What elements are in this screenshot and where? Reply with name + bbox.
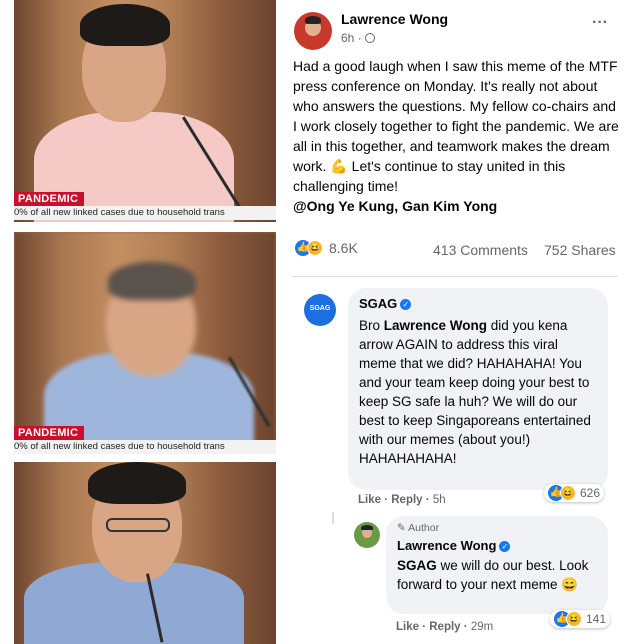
speaker-hair <box>108 262 196 300</box>
like-button[interactable]: Like <box>358 494 381 506</box>
post-reactions[interactable]: 👍 😆 8.6K <box>295 240 358 256</box>
meme-panel-2: PANDEMIC 0% of all new linked cases due … <box>14 232 276 454</box>
comment-author[interactable]: Lawrence Wong ✓ <box>397 538 511 553</box>
comment-reactions-2[interactable]: 👍 😆 141 <box>550 610 611 628</box>
news-tag: PANDEMIC <box>14 192 85 206</box>
post-mentions[interactable]: @Ong Ye Kung, Gan Kim Yong <box>293 198 497 214</box>
haha-reaction-icon: 😆 <box>307 240 323 256</box>
meme-panel-3 <box>14 462 276 644</box>
reply-thread-line <box>332 512 334 524</box>
pencil-icon: ✎ <box>397 522 406 534</box>
news-caption: 0% of all new linked cases due to househ… <box>14 206 276 220</box>
comment-mention[interactable]: Lawrence Wong <box>384 318 487 333</box>
comment-author[interactable]: SGAG ✓ <box>359 296 412 311</box>
verified-icon: ✓ <box>400 299 412 310</box>
reply-button[interactable]: Reply <box>391 494 422 506</box>
news-caption: 0% of all new linked cases due to househ… <box>14 440 276 454</box>
sgag-avatar[interactable]: SGAG <box>304 294 336 326</box>
more-options-icon[interactable]: ··· <box>592 14 608 32</box>
sgag-logo-text: SGAG <box>309 305 331 312</box>
haha-reaction-icon: 😆 <box>560 485 576 501</box>
author-badge: ✎ Author <box>397 522 440 534</box>
reactions-count: 8.6K <box>329 240 358 256</box>
facebook-post: Lawrence Wong 6h · ··· Had a good laugh … <box>282 0 626 644</box>
comment-time: 5h <box>432 494 446 506</box>
glasses <box>106 518 170 532</box>
comment-reactions-1[interactable]: 👍 😆 626 <box>544 484 605 502</box>
like-button[interactable]: Like <box>396 621 419 633</box>
comment-time: 29m <box>470 621 494 633</box>
reaction-count: 626 <box>580 486 601 500</box>
meme-image: PANDEMIC 0% of all new linked cases due … <box>14 0 276 644</box>
globe-icon <box>365 33 376 43</box>
author-avatar[interactable] <box>294 12 332 50</box>
comment-bubble-1: SGAG ✓ Bro Lawrence Wong did you kena arr… <box>348 288 608 490</box>
verified-icon: ✓ <box>499 541 511 552</box>
post-time[interactable]: 6h · <box>341 31 365 45</box>
post-body: Had a good laugh when I saw this meme of… <box>293 56 623 216</box>
comment-mention[interactable]: SGAG <box>397 558 437 573</box>
shares-count[interactable]: 752 Shares <box>544 242 616 258</box>
comment-bubble-2: ✎ Author Lawrence Wong ✓ SGAG we will do … <box>386 516 608 614</box>
post-author-name[interactable]: Lawrence Wong <box>341 11 448 27</box>
haha-reaction-icon: 😆 <box>566 611 582 627</box>
post-meta: 6h · <box>341 31 376 45</box>
reaction-count: 141 <box>586 612 607 626</box>
comment-actions-2: Like · Reply · 29m <box>396 621 494 633</box>
reply-button[interactable]: Reply <box>429 621 460 633</box>
comments-count[interactable]: 413 Comments <box>433 242 528 258</box>
comment-actions-1: Like · Reply · 5h <box>358 494 446 506</box>
comment-text: SGAG we will do our best. Look forward t… <box>397 558 589 592</box>
author-reply-avatar[interactable] <box>354 522 380 548</box>
meme-panel-1: PANDEMIC 0% of all new linked cases due … <box>14 0 276 222</box>
speaker-hair <box>80 4 170 46</box>
news-tag: PANDEMIC <box>14 426 85 440</box>
comment-text: Bro Lawrence Wong did you kena arrow AGA… <box>359 318 591 466</box>
speaker-hair <box>88 462 186 504</box>
post-text: Had a good laugh when I saw this meme of… <box>293 58 619 194</box>
divider <box>292 276 618 277</box>
